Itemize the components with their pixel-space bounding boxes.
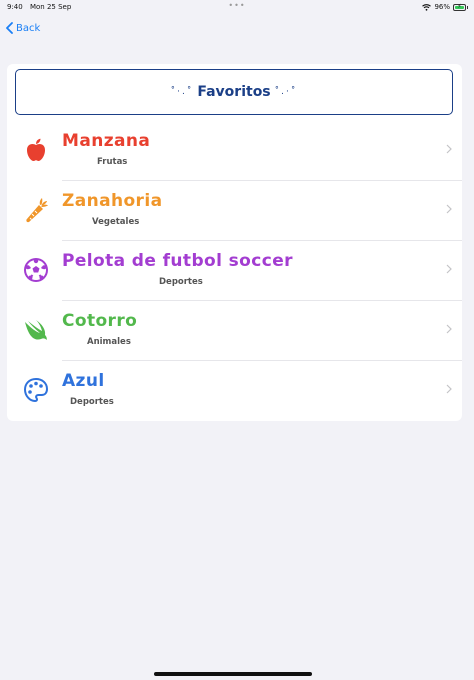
item-title: Manzana bbox=[62, 131, 151, 151]
list-item-azul[interactable]: Azul Deportes bbox=[7, 360, 462, 420]
apple-icon bbox=[23, 137, 49, 163]
favorites-header: ˚·.˚ Favoritos ˚.·˚ bbox=[15, 69, 453, 115]
soccer-ball-icon bbox=[23, 257, 49, 283]
list-item-cotorro[interactable]: Cotorro Animales bbox=[7, 300, 462, 360]
wifi-icon bbox=[422, 3, 432, 11]
item-subtitle: Deportes bbox=[159, 277, 203, 287]
item-subtitle: Frutas bbox=[97, 157, 128, 167]
screen: 9:40 Mon 25 Sep ••• 96% ⚡ Back ˚·.˚ Favo… bbox=[0, 0, 474, 680]
item-subtitle: Animales bbox=[87, 337, 131, 347]
multitasking-dots-icon[interactable]: ••• bbox=[228, 1, 245, 10]
status-bar: 9:40 Mon 25 Sep ••• 96% ⚡ bbox=[0, 0, 474, 14]
chevron-right-icon bbox=[446, 264, 452, 274]
favorites-list: Manzana Frutas Zanahoria Vegetales Pelot… bbox=[7, 120, 462, 420]
swift-bird-icon bbox=[23, 317, 49, 343]
chevron-right-icon bbox=[446, 384, 452, 394]
item-title: Zanahoria bbox=[62, 191, 163, 211]
back-button[interactable]: Back bbox=[5, 22, 40, 34]
favorites-card: ˚·.˚ Favoritos ˚.·˚ Manzana Frutas Zanah… bbox=[7, 64, 462, 421]
status-right: 96% ⚡ bbox=[422, 3, 468, 11]
chevron-right-icon bbox=[446, 144, 452, 154]
chevron-right-icon bbox=[446, 204, 452, 214]
item-subtitle: Deportes bbox=[70, 397, 114, 407]
header-decor-left: ˚·.˚ bbox=[170, 87, 194, 97]
item-title: Pelota de futbol soccer bbox=[62, 251, 293, 271]
status-left: 9:40 Mon 25 Sep bbox=[7, 3, 76, 11]
chevron-left-icon bbox=[6, 22, 13, 34]
page-title: Favoritos bbox=[197, 84, 271, 100]
chevron-right-icon bbox=[446, 324, 452, 334]
item-subtitle: Vegetales bbox=[92, 217, 140, 227]
header-decor-right: ˚.·˚ bbox=[274, 87, 298, 97]
status-date: Mon 25 Sep bbox=[29, 3, 72, 11]
carrot-icon bbox=[23, 197, 49, 223]
battery-percent: 96% bbox=[434, 3, 450, 11]
list-item-pelota[interactable]: Pelota de futbol soccer Deportes bbox=[7, 240, 462, 300]
back-label: Back bbox=[16, 22, 41, 34]
status-time: 9:40 bbox=[7, 3, 23, 11]
item-title: Azul bbox=[62, 371, 105, 391]
palette-icon bbox=[23, 377, 49, 403]
list-item-manzana[interactable]: Manzana Frutas bbox=[7, 120, 462, 180]
list-item-zanahoria[interactable]: Zanahoria Vegetales bbox=[7, 180, 462, 240]
home-indicator[interactable] bbox=[154, 672, 312, 676]
item-title: Cotorro bbox=[62, 311, 138, 331]
battery-icon: ⚡ bbox=[453, 3, 468, 11]
